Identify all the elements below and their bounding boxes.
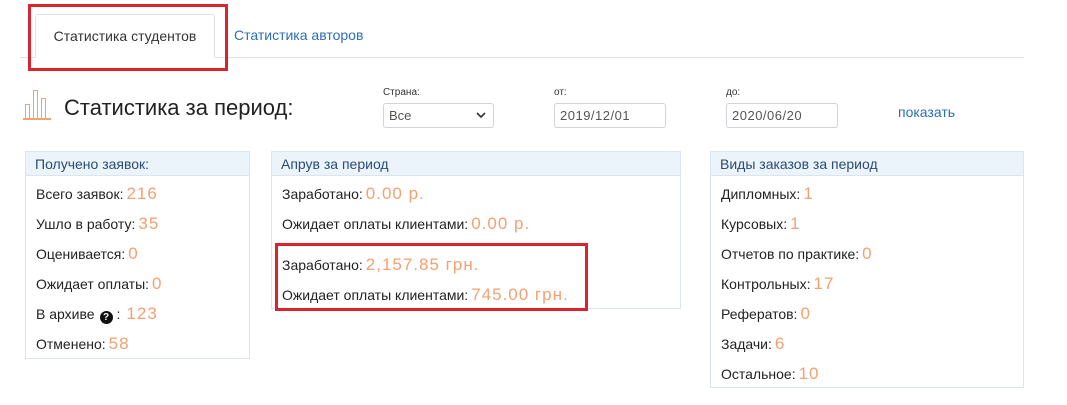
chevron-down-icon	[476, 112, 486, 119]
earned-rub-label: Заработано:	[282, 186, 363, 202]
tab-author-stats[interactable]: Статистика авторов	[234, 28, 363, 42]
awaiting-payment-label: Ожидает оплаты:	[36, 276, 150, 292]
other-row: Остальное: 10	[721, 364, 820, 384]
show-button[interactable]: показать	[898, 104, 955, 120]
received-requests-panel: Получено заявок: Всего заявок: 216 Ушло …	[25, 151, 250, 359]
earned-uah-label: Заработано:	[282, 257, 363, 273]
other-value: 10	[798, 364, 820, 383]
order-types-header: Виды заказов за период	[711, 152, 1023, 176]
in-work-value: 35	[138, 214, 160, 233]
total-requests-label: Всего заявок:	[36, 186, 124, 202]
country-select-value: Все	[389, 108, 412, 123]
practice-label: Отчетов по практике:	[721, 246, 860, 262]
practice-row: Отчетов по практике: 0	[721, 244, 873, 264]
evaluating-value: 0	[128, 244, 139, 263]
tasks-value: 6	[774, 334, 786, 353]
received-requests-header: Получено заявок:	[26, 152, 249, 176]
essay-value: 0	[800, 304, 811, 323]
tab-author-stats-label: Статистика авторов	[234, 27, 364, 43]
evaluating-label: Оценивается:	[36, 246, 126, 262]
date-from-input[interactable]: 2019/12/01	[554, 103, 666, 128]
approve-header: Апрув за период	[272, 152, 680, 176]
essay-label: Рефератов:	[721, 306, 798, 322]
evaluating-row: Оценивается: 0	[36, 244, 139, 264]
bar-chart-icon	[23, 88, 51, 120]
course-label: Курсовых:	[721, 216, 788, 232]
control-value: 17	[813, 274, 835, 293]
earned-uah-row: Заработано: 2,157.85 грн.	[282, 255, 479, 275]
tasks-row: Задачи: 6	[721, 334, 785, 354]
date-from-value: 2019/12/01	[560, 108, 631, 123]
awaiting-uah-row: Ожидает оплаты клиентами: 745.00 грн.	[282, 285, 569, 305]
cancelled-value: 58	[108, 334, 130, 353]
diploma-value: 1	[803, 184, 814, 203]
order-types-panel: Виды заказов за период Дипломных: 1 Курс…	[710, 151, 1024, 388]
date-from-label: от:	[554, 87, 567, 98]
total-requests-value: 216	[126, 184, 158, 203]
awaiting-payment-row: Ожидает оплаты: 0	[36, 274, 163, 294]
earned-rub-value: 0.00 р.	[365, 184, 425, 203]
other-label: Остальное:	[721, 366, 796, 382]
tasks-label: Задачи:	[721, 336, 772, 352]
cancelled-row: Отменено: 58	[36, 334, 130, 354]
awaiting-rub-value: 0.00 р.	[471, 214, 531, 233]
in-work-row: Ушло в работу: 35	[36, 214, 159, 234]
tab-student-stats[interactable]: Статистика студентов	[35, 14, 215, 58]
control-row: Контрольных: 17	[721, 274, 834, 294]
control-label: Контрольных:	[721, 276, 811, 292]
in-work-label: Ушло в работу:	[36, 216, 136, 232]
essay-row: Рефератов: 0	[721, 304, 811, 324]
total-requests-row: Всего заявок: 216	[36, 184, 158, 204]
archive-value: 123	[126, 304, 158, 323]
awaiting-uah-value: 745.00 грн.	[471, 285, 569, 304]
tab-student-stats-label: Статистика студентов	[53, 28, 197, 44]
course-value: 1	[790, 214, 801, 233]
date-to-value: 2020/06/20	[732, 108, 803, 123]
diploma-label: Дипломных:	[721, 186, 801, 202]
country-select[interactable]: Все	[383, 103, 494, 128]
awaiting-payment-value: 0	[152, 274, 163, 293]
awaiting-rub-row: Ожидает оплаты клиентами: 0.00 р.	[282, 214, 530, 234]
earned-rub-row: Заработано: 0.00 р.	[282, 184, 425, 204]
awaiting-rub-label: Ожидает оплаты клиентами:	[282, 216, 469, 232]
archive-row: В архиве ? : 123	[36, 304, 158, 324]
question-icon[interactable]: ?	[99, 311, 113, 324]
archive-separator: :	[116, 306, 121, 322]
awaiting-uah-label: Ожидает оплаты клиентами:	[282, 287, 469, 303]
page-title: Статистика за период:	[64, 95, 294, 120]
cancelled-label: Отменено:	[36, 336, 106, 352]
archive-label: В архиве	[36, 306, 95, 322]
date-to-input[interactable]: 2020/06/20	[726, 103, 838, 128]
date-to-label: до:	[726, 87, 741, 98]
earned-uah-value: 2,157.85 грн.	[365, 255, 480, 274]
diploma-row: Дипломных: 1	[721, 184, 814, 204]
practice-value: 0	[862, 244, 873, 263]
course-row: Курсовых: 1	[721, 214, 801, 234]
country-label: Страна:	[383, 87, 420, 98]
approve-panel: Апрув за период Заработано: 0.00 р. Ожид…	[271, 151, 681, 309]
